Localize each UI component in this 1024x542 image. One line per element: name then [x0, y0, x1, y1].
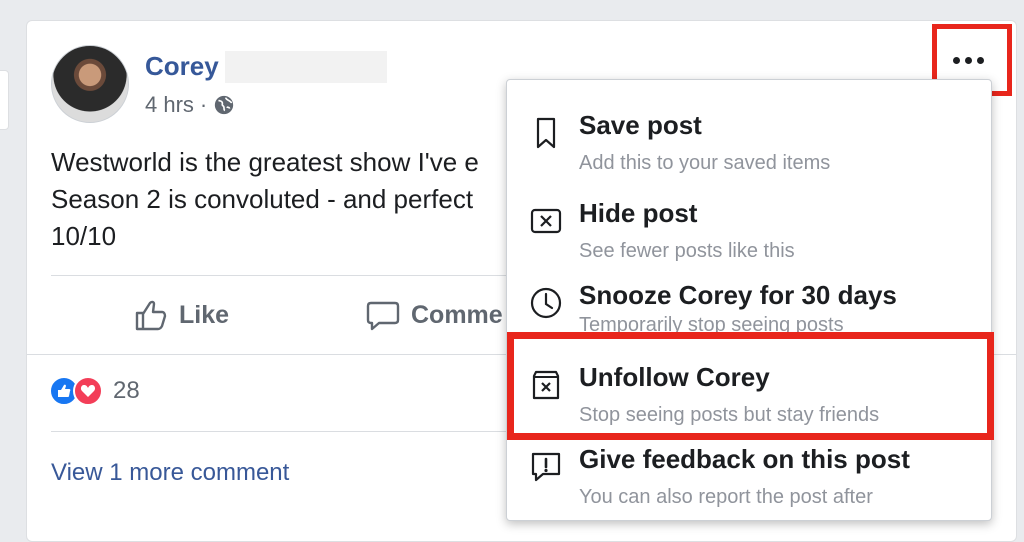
hide-post-icon: [530, 208, 562, 234]
menu-item-hide-post[interactable]: Hide post See fewer posts like this: [507, 192, 991, 276]
post-timestamp[interactable]: 4 hrs: [145, 92, 194, 118]
menu-item-give-feedback[interactable]: Give feedback on this post You can also …: [507, 438, 991, 522]
comment-label: Comme: [411, 300, 503, 329]
comment-button[interactable]: Comme: [365, 297, 503, 333]
thumbs-up-icon: [135, 300, 167, 331]
reaction-count: 28: [113, 377, 140, 404]
menu-item-title: Give feedback on this post: [579, 444, 910, 474]
adjacent-panel-edge: [0, 70, 9, 130]
author-name[interactable]: Corey: [145, 51, 219, 82]
feedback-icon: [531, 452, 561, 482]
love-reaction-icon: [73, 376, 103, 406]
author-avatar[interactable]: [51, 45, 129, 123]
menu-item-title: Save post: [579, 110, 702, 140]
post-text: Westworld is the greatest show I've e Se…: [51, 144, 511, 255]
menu-item-subtitle: Add this to your saved items: [579, 152, 831, 174]
post-text-line-3: 10/10: [51, 221, 117, 251]
bookmark-icon: [536, 117, 556, 149]
clock-icon: [530, 287, 562, 319]
post-text-line-1: Westworld is the greatest show I've e: [51, 147, 479, 177]
post-text-line-2: Season 2 is convoluted - and perfect: [51, 184, 474, 214]
menu-item-subtitle: You can also report the post after: [579, 486, 873, 508]
like-button[interactable]: Like: [133, 297, 229, 333]
redacted-last-name: [225, 51, 387, 83]
menu-item-title: Hide post: [579, 198, 698, 228]
reactions-summary[interactable]: 28: [49, 376, 140, 406]
globe-icon[interactable]: [213, 94, 235, 116]
menu-item-title: Snooze Corey for 30 days: [579, 280, 897, 310]
menu-item-save-post[interactable]: Save post Add this to your saved items: [507, 104, 991, 188]
menu-item-subtitle: See fewer posts like this: [579, 240, 795, 262]
like-label: Like: [179, 300, 230, 329]
post-meta: 4 hrs ·: [145, 92, 235, 118]
comment-bubble-icon: [366, 301, 400, 331]
post-options-menu: Save post Add this to your saved items H…: [506, 79, 992, 521]
meta-separator: ·: [199, 92, 208, 117]
view-more-comments-link[interactable]: View 1 more comment: [51, 459, 289, 487]
highlight-box-unfollow: [507, 332, 994, 440]
